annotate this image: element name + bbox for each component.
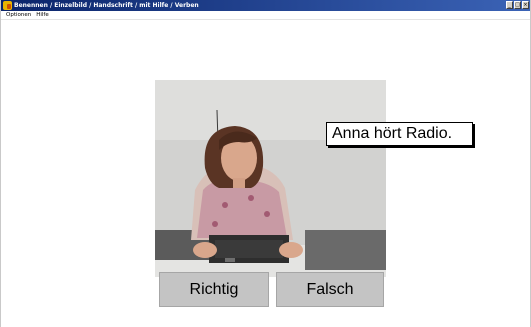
menu-optionen[interactable]: Optionen bbox=[6, 11, 31, 20]
exercise-photo bbox=[155, 80, 386, 277]
woman-radio-photo-icon bbox=[155, 80, 386, 277]
maximize-button[interactable]: □ bbox=[514, 1, 521, 9]
title-bar[interactable]: Benennen / Einzelbild / Handschrift / mi… bbox=[1, 0, 530, 11]
menu-hilfe[interactable]: Hilfe bbox=[36, 11, 49, 20]
app-window: Benennen / Einzelbild / Handschrift / mi… bbox=[0, 0, 531, 327]
minimize-button[interactable]: _ bbox=[506, 1, 513, 9]
close-button[interactable]: × bbox=[522, 1, 529, 9]
caption-label: Anna hört Radio. bbox=[326, 122, 473, 146]
menu-bar: Optionen Hilfe bbox=[1, 11, 530, 20]
window-controls: _ □ × bbox=[506, 1, 529, 9]
app-icon[interactable] bbox=[3, 1, 12, 10]
falsch-button[interactable]: Falsch bbox=[276, 272, 384, 307]
window-title: Benennen / Einzelbild / Handschrift / mi… bbox=[14, 2, 199, 9]
richtig-button[interactable]: Richtig bbox=[159, 272, 269, 307]
